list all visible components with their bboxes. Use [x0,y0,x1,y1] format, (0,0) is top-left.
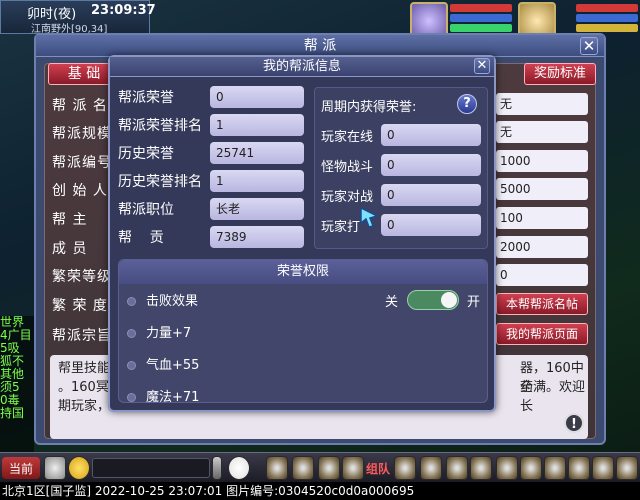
bullet-icon [127,329,136,338]
give-icon[interactable] [318,456,340,480]
guild-window-close-icon[interactable]: ✕ [580,37,598,55]
dialog-close-icon[interactable]: ✕ [474,58,490,74]
microphone-icon[interactable] [44,456,66,480]
field-right-5: 100 [496,207,588,229]
perm-label: 魔法+71 [146,390,200,405]
period-label-pvp: 玩家对战 [321,190,374,205]
tv-icon[interactable] [592,456,614,480]
guild-window-title: 帮 派 [36,35,604,57]
period-value-pvp: 0 [381,184,481,206]
settings-icon[interactable] [616,456,638,480]
mouse-cursor-icon [360,206,380,228]
honor-permissions-panel: 荣誉权限 击败效果 力量+7 气血+55 魔法+71 关 开 [118,259,488,405]
field-right-7: 0 [496,264,588,286]
field-right-4: 5000 [496,178,588,200]
toggle-on-label: 开 [467,295,481,310]
stat-value-contribution: 7389 [210,226,304,248]
label-founder: 创 始 人 [52,183,108,199]
stat-label-guild-position: 帮派职位 [118,202,174,218]
period-label-monster-battle: 怪物战斗 [321,160,374,175]
label-guild-id: 帮派编号 [52,155,112,171]
my-guild-info-dialog: 我的帮派信息 ✕ 帮派荣誉 0 帮派荣誉排名 1 历史荣誉 25741 历史荣誉… [108,55,496,412]
toggle-off-label: 关 [385,295,399,310]
period-value-online: 0 [381,124,481,146]
desc-line: 全满。欢迎长 [520,380,586,414]
bottom-toolbar: 当前 组队 [0,452,640,482]
label-prosperity-level: 繁荣等级 [52,269,112,285]
item-icon[interactable] [292,456,314,480]
bullet-icon [127,361,136,370]
field-right-1: 无 [496,93,588,115]
activity-icon[interactable] [544,456,566,480]
guild-icon[interactable] [446,456,468,480]
perm-label: 力量+7 [146,326,192,341]
shop-icon[interactable] [520,456,542,480]
stat-value-guild-honor: 0 [210,86,304,108]
period-value-player-hit: 0 [381,214,481,236]
period-label-online: 玩家在线 [321,130,374,145]
bullet-icon [127,393,136,402]
stat-value-guild-position: 长老 [210,198,304,220]
stat-label-contribution: 帮 贡 [118,230,164,246]
current-channel-button[interactable]: 当前 [2,457,40,479]
period-title: 周期内获得荣誉: [321,100,417,115]
mail-icon[interactable] [496,456,518,480]
team-button[interactable]: 组队 [364,457,392,479]
pet-summon-icon[interactable] [394,456,416,480]
info-icon[interactable]: ! [564,413,584,433]
label-guild-motto: 帮派宗旨 [52,328,112,344]
desc-line: 期玩家， [58,399,111,414]
desc-line: 。160冥 [58,380,109,395]
label-guild-name: 帮 派 名 [52,98,108,114]
perm-defeat-effect: 击败效果 [127,292,198,312]
period-honor-panel: 周期内获得荣誉: ? 玩家在线 0 怪物战斗 0 玩家对战 0 玩家打 0 [314,87,488,249]
honor-permissions-title: 荣誉权限 [119,260,487,284]
field-right-6: 2000 [496,236,588,258]
field-right-3: 1000 [496,150,588,172]
chat-line: 持国 [0,406,25,420]
quest-icon[interactable] [420,456,442,480]
friends-icon[interactable] [470,456,492,480]
emoji-icon[interactable] [68,456,90,480]
label-members: 成 员 [52,241,88,257]
label-guild-size: 帮派规模 [52,126,112,142]
my-guild-page-button[interactable]: 我的帮派页面 [496,323,588,345]
guild-post-button[interactable]: 本帮帮派名帖 [496,293,588,315]
stat-value-guild-honor-rank: 1 [210,114,304,136]
perm-label: 气血+55 [146,358,200,373]
stat-label-history-honor: 历史荣誉 [118,146,174,162]
stat-value-history-honor-rank: 1 [210,170,304,192]
perm-label: 击败效果 [146,294,199,309]
perm-strength: 力量+7 [127,324,191,344]
perm-hp: 气血+55 [127,356,199,376]
chat-panel[interactable]: 世界 4广目 5吸 狐不 其他 须5 0毒 持国 [0,316,34,456]
stat-value-history-honor: 25741 [210,142,304,164]
period-value-monster-battle: 0 [381,154,481,176]
period-label-player-hit: 玩家打 [321,220,361,235]
game-clock: 23:09:37 [91,3,156,18]
label-guild-master: 帮 主 [52,212,88,228]
desc-line: 帮里技能 [58,361,111,376]
perm-mana: 魔法+71 [127,388,199,408]
defeat-effect-toggle[interactable] [407,290,459,310]
pet-icon[interactable] [228,456,250,480]
label-prosperity: 繁 荣 度 [52,298,108,314]
bullet-icon [127,297,136,306]
attack-icon[interactable] [266,456,288,480]
system-icon[interactable] [568,456,590,480]
help-icon[interactable]: ? [457,94,477,114]
dialog-title: 我的帮派信息 [110,57,494,77]
reward-standard-button[interactable]: 奖励标准 [524,63,596,85]
trade-icon[interactable] [342,456,364,480]
time-hud: 卯时(夜) 23:09:37 江南野外[90,34] [0,0,156,35]
field-right-2: 无 [496,121,588,143]
stat-label-guild-honor: 帮派荣誉 [118,90,174,106]
toggle-knob [441,292,457,308]
chat-scroll-handle[interactable] [212,456,222,480]
chat-input[interactable] [92,458,210,478]
stat-label-history-honor-rank: 历史荣誉排名 [118,174,202,190]
stat-label-guild-honor-rank: 帮派荣誉排名 [118,118,202,134]
status-line: 北京1区[国子监] 2022-10-25 23:07:01 图片编号:03045… [0,482,640,500]
